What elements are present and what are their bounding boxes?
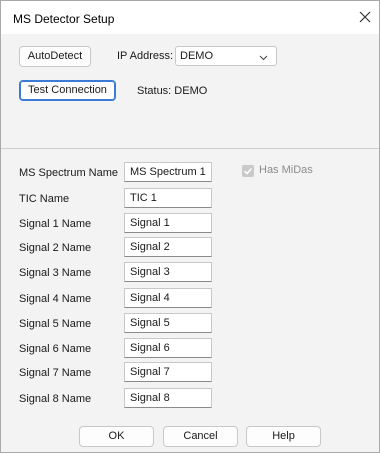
ms-detector-setup-dialog: MS Detector Setup AutoDetect IP Address:…	[0, 0, 380, 453]
ip-address-label: IP Address:	[117, 50, 174, 62]
signal-1-name-label: Signal 1 Name	[19, 218, 92, 230]
has-midas-checkbox	[242, 165, 254, 177]
dialog-title: MS Detector Setup	[13, 12, 115, 26]
tic-name-label: TIC Name	[19, 193, 70, 205]
tic-name-input[interactable]	[124, 188, 212, 208]
signal-7-name-label: Signal 7 Name	[19, 367, 92, 379]
signal-5-name-label: Signal 5 Name	[19, 318, 92, 330]
ok-button[interactable]: OK	[79, 426, 154, 447]
close-icon[interactable]	[357, 9, 373, 25]
signal-4-name-input[interactable]	[124, 288, 212, 308]
status-text: Status: DEMO	[137, 85, 208, 97]
signal-8-name-input[interactable]	[124, 388, 212, 408]
cancel-button[interactable]: Cancel	[163, 426, 238, 447]
has-midas-label: Has MiDas	[259, 164, 313, 176]
signal-2-name-label: Signal 2 Name	[19, 242, 92, 254]
signal-6-name-input[interactable]	[124, 338, 212, 358]
signal-6-name-label: Signal 6 Name	[19, 343, 92, 355]
ms-spectrum-name-label: MS Spectrum Name	[19, 167, 119, 179]
signal-1-name-input[interactable]	[124, 213, 212, 233]
signal-8-name-label: Signal 8 Name	[19, 393, 92, 405]
title-bar: MS Detector Setup	[1, 1, 379, 34]
signal-2-name-input[interactable]	[124, 237, 212, 257]
ms-spectrum-name-input[interactable]	[124, 162, 212, 182]
signal-3-name-label: Signal 3 Name	[19, 267, 92, 279]
ip-address-select[interactable]: DEMO	[175, 46, 277, 66]
autodetect-button[interactable]: AutoDetect	[19, 46, 91, 67]
signal-5-name-input[interactable]	[124, 313, 212, 333]
ip-address-value: DEMO	[180, 50, 213, 62]
test-connection-button[interactable]: Test Connection	[19, 80, 116, 101]
signal-7-name-input[interactable]	[124, 362, 212, 382]
help-button[interactable]: Help	[246, 426, 321, 447]
section-divider	[1, 148, 379, 149]
signal-3-name-input[interactable]	[124, 262, 212, 282]
chevron-down-icon	[259, 52, 268, 64]
signal-4-name-label: Signal 4 Name	[19, 293, 92, 305]
